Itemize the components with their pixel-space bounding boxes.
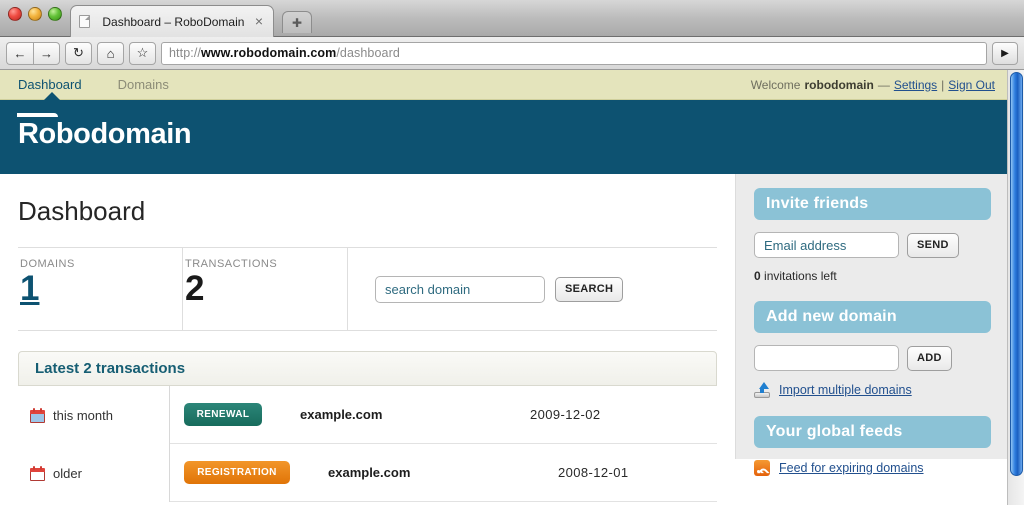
email-field[interactable]: [754, 232, 899, 258]
transaction-cells: RENEWAL example.com 2009-12-02: [170, 386, 717, 444]
transaction-date: 2009-12-02: [530, 407, 601, 422]
url-bar[interactable]: http://www.robodomain.com/dashboard: [161, 41, 987, 65]
forward-icon[interactable]: →: [33, 41, 60, 65]
reload-icon[interactable]: ↻: [65, 41, 92, 65]
stat-domains-value[interactable]: 1: [20, 269, 182, 309]
maximize-window-button[interactable]: [48, 7, 62, 21]
domain-field[interactable]: [754, 345, 899, 371]
transaction-cells: REGISTRATION example.com 2008-12-01: [170, 444, 717, 502]
expiring-domains-feed-link[interactable]: Feed for expiring domains: [779, 461, 924, 475]
web-page: Dashboard Domains Welcome robodomain — S…: [0, 70, 1007, 505]
sidebar-heading-add-domain: Add new domain: [754, 301, 991, 333]
vertical-scrollbar[interactable]: [1007, 70, 1024, 505]
nav-item-domains[interactable]: Domains: [100, 70, 187, 100]
send-invite-button[interactable]: SEND: [907, 232, 959, 258]
new-tab-button[interactable]: ✚: [282, 11, 312, 33]
stat-transactions-label: TRANSACTIONS: [185, 258, 278, 270]
browser-tab[interactable]: Dashboard – RoboDomain ×: [70, 5, 274, 37]
browser-window: Dashboard – RoboDomain × ✚ ← → ↻ ⌂ ☆ htt…: [0, 0, 1024, 506]
transaction-period: this month: [18, 386, 170, 444]
username-label: robodomain: [804, 77, 874, 92]
url-path: /dashboard: [336, 46, 400, 60]
calendar-empty-icon: [30, 465, 45, 481]
scrollbar-thumb[interactable]: [1010, 72, 1023, 476]
content-area: Dashboard DOMAINS 1 TRANSACTIONS 2 SEA: [0, 174, 1007, 502]
import-multiple-domains-link[interactable]: Import multiple domains: [779, 383, 912, 397]
tab-title: Dashboard – RoboDomain: [102, 14, 245, 29]
tab-strip: Dashboard – RoboDomain × ✚: [0, 0, 1024, 37]
import-domains-row[interactable]: Import multiple domains: [754, 382, 991, 398]
transaction-period-label: older: [53, 465, 82, 481]
active-nav-pointer: [44, 92, 60, 100]
window-controls: [8, 7, 62, 21]
nav-items: Dashboard Domains: [0, 70, 187, 100]
transactions-panel-heading: Latest 2 transactions: [18, 351, 717, 386]
url-scheme: http://: [169, 46, 201, 60]
page-title: Dashboard: [18, 196, 146, 226]
transaction-period-label: this month: [53, 407, 113, 423]
calendar-filled-icon: [30, 407, 45, 423]
sidebar: Invite friends SEND 0 invitations left A…: [735, 174, 1007, 480]
brand-header: Robodomain: [0, 100, 1007, 174]
top-navigation: Dashboard Domains Welcome robodomain — S…: [0, 70, 1007, 100]
minimize-window-button[interactable]: [28, 7, 42, 21]
search-button[interactable]: SEARCH: [555, 276, 624, 302]
status-badge: REGISTRATION: [184, 461, 290, 484]
invite-form: SEND: [754, 232, 991, 258]
upload-icon: [754, 382, 770, 398]
logo[interactable]: Robodomain: [18, 118, 192, 151]
transaction-domain[interactable]: example.com: [300, 407, 530, 422]
sidebar-heading-invite: Invite friends: [754, 188, 991, 220]
url-host: www.robodomain.com: [200, 46, 337, 60]
bookmark-star-icon[interactable]: ☆: [129, 41, 156, 65]
signout-link[interactable]: Sign Out: [948, 78, 995, 92]
go-icon[interactable]: ▶: [992, 41, 1018, 65]
table-row[interactable]: this month RENEWAL example.com 2009-12-0…: [18, 386, 717, 444]
browser-toolbar: ← → ↻ ⌂ ☆ http://www.robodomain.com/dash…: [0, 37, 1024, 70]
add-domain-form: ADD: [754, 345, 991, 371]
stat-domains-label: DOMAINS: [20, 258, 75, 270]
welcome-label: Welcome: [750, 77, 801, 92]
transaction-domain[interactable]: example.com: [328, 465, 558, 480]
search-area: SEARCH: [348, 248, 717, 330]
logo-prefix: Ro: [18, 118, 56, 150]
pipe-separator: |: [941, 77, 945, 92]
page-viewport: Dashboard Domains Welcome robodomain — S…: [0, 70, 1024, 505]
feed-row[interactable]: Feed for expiring domains: [754, 460, 991, 480]
logo-suffix: bodomain: [55, 118, 192, 150]
stat-domains: DOMAINS 1: [18, 248, 183, 330]
rss-icon: [754, 460, 770, 480]
stat-transactions: TRANSACTIONS 2: [183, 248, 348, 330]
close-icon[interactable]: ×: [251, 14, 265, 30]
stats-bar: DOMAINS 1 TRANSACTIONS 2 SEARCH: [18, 247, 717, 331]
close-window-button[interactable]: [8, 7, 22, 21]
transactions-table: this month RENEWAL example.com 2009-12-0…: [18, 386, 717, 502]
page-icon: [79, 15, 90, 28]
search-input[interactable]: [375, 275, 545, 303]
status-badge: RENEWAL: [184, 403, 262, 426]
invitations-left-label: invitations left: [764, 269, 837, 283]
stat-transactions-value: 2: [185, 269, 205, 308]
dash-separator: —: [877, 77, 890, 92]
invitations-left: 0 invitations left: [754, 269, 991, 283]
main-column: Dashboard DOMAINS 1 TRANSACTIONS 2 SEA: [0, 174, 735, 502]
home-icon[interactable]: ⌂: [97, 41, 124, 65]
table-row[interactable]: older REGISTRATION example.com 2008-12-0…: [18, 444, 717, 502]
invitations-count: 0: [754, 269, 761, 283]
back-icon[interactable]: ←: [6, 41, 33, 65]
account-area: Welcome robodomain — Settings | Sign Out: [751, 78, 1007, 92]
transaction-period: older: [18, 444, 170, 502]
transaction-date: 2008-12-01: [558, 465, 629, 480]
settings-link[interactable]: Settings: [894, 78, 937, 92]
sidebar-heading-feeds: Your global feeds: [754, 416, 991, 448]
add-domain-button[interactable]: ADD: [907, 345, 952, 371]
